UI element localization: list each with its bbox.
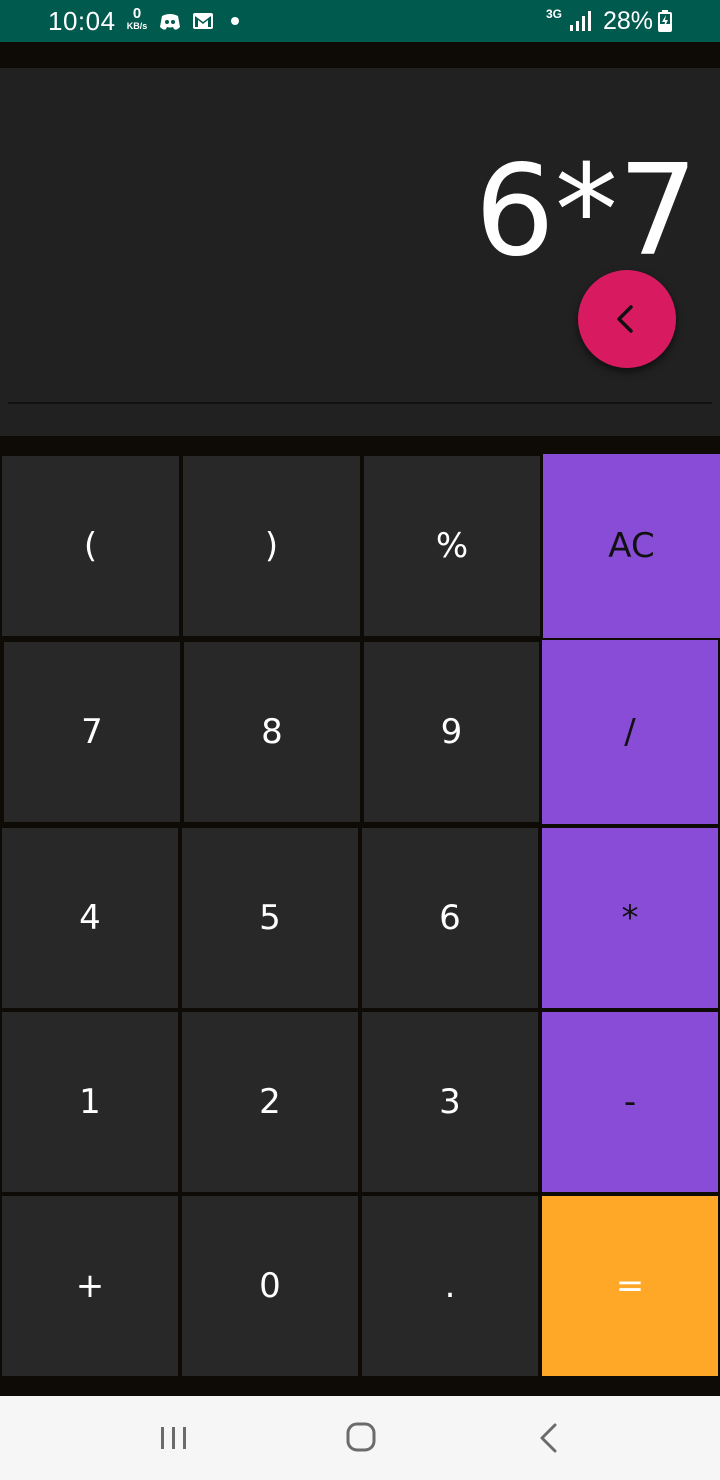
key-9[interactable]: 9 [364, 642, 539, 822]
key-3[interactable]: 3 [362, 1012, 538, 1192]
home-icon[interactable] [345, 1420, 377, 1459]
net-speed-unit: KB/s [126, 21, 148, 31]
key-8[interactable]: 8 [184, 642, 360, 822]
key-0[interactable]: 0 [182, 1196, 358, 1376]
key-equals[interactable]: = [542, 1196, 718, 1376]
battery-charging-icon [658, 10, 672, 37]
key-multiply[interactable]: * [542, 828, 718, 1008]
key-7[interactable]: 7 [4, 642, 180, 822]
key-divide[interactable]: / [542, 640, 718, 824]
status-bar: 10:04 0 KB/s 3G 28% [0, 0, 720, 42]
expression-display: 6*7 [474, 137, 698, 284]
bottom-spacer [0, 1378, 720, 1396]
battery-percent: 28% [603, 7, 654, 35]
recents-icon[interactable] [158, 1422, 190, 1459]
key-clear[interactable]: AC [543, 454, 720, 638]
network-type: 3G [546, 8, 562, 20]
back-icon[interactable] [536, 1421, 562, 1460]
key-5[interactable]: 5 [182, 828, 358, 1008]
key-decimal[interactable]: . [362, 1196, 538, 1376]
key-plus[interactable]: + [2, 1196, 178, 1376]
key-2[interactable]: 2 [182, 1012, 358, 1192]
key-4[interactable]: 4 [2, 828, 178, 1008]
network-type-label: 3G [546, 7, 563, 21]
net-speed-value: 0 [132, 5, 142, 22]
calculator-display: 6*7 [0, 68, 720, 436]
backspace-button[interactable] [578, 270, 676, 368]
key-percent[interactable]: % [364, 456, 540, 636]
keypad: ( ) % AC 7 8 9 / 4 5 6 * 1 2 3 - + 0 . = [0, 436, 720, 1396]
gmail-icon [192, 12, 214, 35]
status-time: 10:04 [48, 6, 116, 36]
discord-icon [158, 12, 182, 37]
display-divider [8, 402, 712, 404]
key-minus[interactable]: - [542, 1012, 718, 1192]
notification-dot-icon [231, 17, 239, 25]
system-nav-bar [0, 1396, 720, 1480]
chevron-left-icon [617, 305, 633, 333]
key-open-paren[interactable]: ( [2, 456, 179, 636]
signal-strength-icon [568, 10, 592, 37]
key-close-paren[interactable]: ) [183, 456, 360, 636]
top-spacer [0, 42, 720, 68]
key-1[interactable]: 1 [2, 1012, 178, 1192]
net-speed-indicator: 0 KB/s [124, 6, 150, 31]
key-6[interactable]: 6 [362, 828, 538, 1008]
